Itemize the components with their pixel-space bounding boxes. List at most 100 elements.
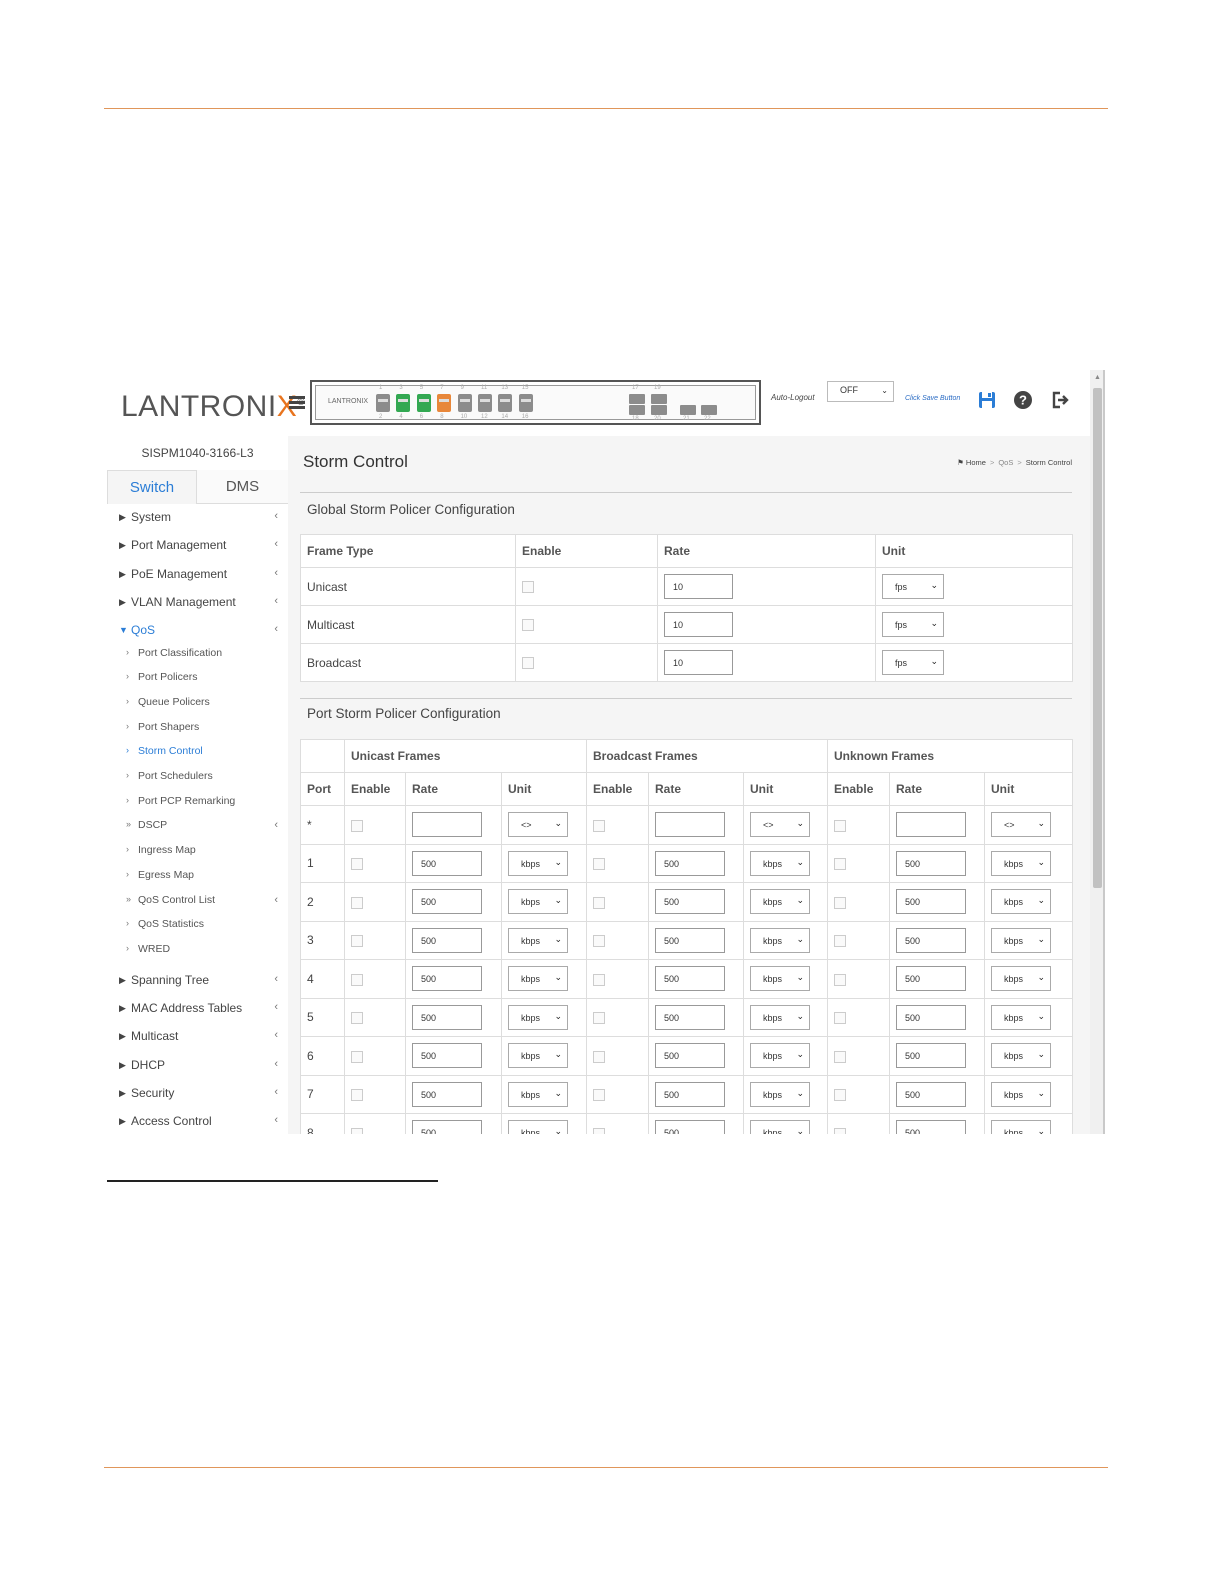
unknown-rate-input[interactable]: 500 — [896, 927, 967, 953]
save-hint-link[interactable]: Click Save Button — [905, 395, 960, 402]
broadcast-unit-select[interactable]: <> ⌄ — [750, 812, 810, 838]
tab-switch[interactable]: Switch — [107, 470, 197, 504]
global-enable-checkbox[interactable] — [522, 657, 534, 670]
unknown-enable-checkbox[interactable] — [834, 896, 847, 909]
scroll-up-icon[interactable]: ▲ — [1094, 374, 1101, 381]
port-5-icon[interactable] — [457, 394, 472, 412]
broadcast-unit-select[interactable]: kbps ⌄ — [750, 1081, 810, 1107]
global-enable-checkbox[interactable] — [522, 619, 534, 632]
broadcast-unit-select[interactable]: kbps ⌄ — [750, 1004, 810, 1030]
broadcast-enable-checkbox[interactable] — [593, 973, 605, 986]
unicast-enable-checkbox[interactable] — [351, 1127, 363, 1134]
sfp-port-icon[interactable] — [680, 405, 696, 415]
unicast-unit-select[interactable]: kbps ⌄ — [508, 1004, 568, 1030]
unicast-rate-input[interactable]: 500 — [412, 889, 482, 915]
sidebar-item-qos[interactable]: ▼ QoS ‹ — [107, 623, 288, 643]
broadcast-unit-select[interactable]: kbps ⌄ — [750, 1043, 810, 1069]
sidebar-subitem-queue-policers[interactable]: › Queue Policers — [107, 696, 288, 714]
broadcast-rate-input[interactable]: 500 — [655, 1004, 725, 1030]
broadcast-rate-input[interactable]: 500 — [655, 927, 725, 953]
broadcast-unit-select[interactable]: kbps ⌄ — [750, 889, 810, 915]
unknown-unit-select[interactable]: kbps ⌄ — [991, 850, 1052, 876]
broadcast-enable-checkbox[interactable] — [593, 896, 605, 909]
broadcast-rate-input[interactable]: 500 — [655, 966, 725, 992]
unknown-rate-input[interactable]: 500 — [896, 1004, 967, 1030]
unknown-unit-select[interactable]: kbps ⌄ — [991, 889, 1052, 915]
unknown-unit-select[interactable]: kbps ⌄ — [991, 966, 1052, 992]
unicast-unit-select[interactable]: kbps ⌄ — [508, 1043, 568, 1069]
broadcast-enable-checkbox[interactable] — [593, 1050, 605, 1063]
broadcast-rate-input[interactable]: 500 — [655, 1043, 725, 1069]
sidebar-item-mac-address-tables[interactable]: ▶ MAC Address Tables ‹ — [107, 1001, 288, 1021]
broadcast-rate-input[interactable]: 500 — [655, 1081, 725, 1107]
unknown-rate-input[interactable]: 500 — [896, 1043, 967, 1069]
global-unit-select[interactable]: fps ⌄ — [882, 612, 944, 637]
auto-logout-select[interactable]: OFF ⌄ — [827, 381, 894, 402]
unicast-rate-input[interactable] — [412, 812, 482, 838]
sidebar-subitem-dscp[interactable]: » DSCP ‹ — [107, 819, 288, 837]
broadcast-unit-select[interactable]: kbps ⌄ — [750, 850, 810, 876]
sidebar-subitem-ingress-map[interactable]: › Ingress Map — [107, 844, 288, 862]
switch-front-panel[interactable]: LANTRONIX 1 2 3 4 5 6 7 8 9 10 11 12 13 14 15 16 17 19 18 2… — [310, 380, 761, 425]
broadcast-enable-checkbox[interactable] — [593, 1012, 605, 1025]
broadcast-rate-input[interactable] — [655, 812, 725, 838]
broadcast-enable-checkbox[interactable] — [593, 1127, 605, 1134]
unicast-rate-input[interactable]: 500 — [412, 1120, 482, 1134]
unknown-unit-select[interactable]: kbps ⌄ — [991, 1004, 1052, 1030]
broadcast-enable-checkbox[interactable] — [593, 935, 605, 948]
unicast-unit-select[interactable]: kbps ⌄ — [508, 966, 568, 992]
global-enable-checkbox[interactable] — [522, 581, 534, 594]
unicast-enable-checkbox[interactable] — [351, 1050, 363, 1063]
unicast-unit-select[interactable]: kbps ⌄ — [508, 850, 568, 876]
unknown-unit-select[interactable]: kbps ⌄ — [991, 1081, 1052, 1107]
broadcast-unit-select[interactable]: kbps ⌄ — [750, 927, 810, 953]
unknown-unit-select[interactable]: kbps ⌄ — [991, 1120, 1052, 1134]
unknown-enable-checkbox[interactable] — [834, 1089, 847, 1102]
unicast-rate-input[interactable]: 500 — [412, 927, 482, 953]
broadcast-rate-input[interactable]: 500 — [655, 889, 725, 915]
port-8-icon[interactable] — [518, 394, 533, 412]
unicast-rate-input[interactable]: 500 — [412, 1004, 482, 1030]
sfp-port-icon[interactable] — [629, 405, 645, 415]
sidebar-subitem-port-pcp-remarking[interactable]: › Port PCP Remarking — [107, 795, 288, 813]
unicast-unit-select[interactable]: kbps ⌄ — [508, 1081, 568, 1107]
unknown-enable-checkbox[interactable] — [834, 819, 847, 832]
unknown-rate-input[interactable]: 500 — [896, 889, 967, 915]
sidebar-subitem-port-policers[interactable]: › Port Policers — [107, 671, 288, 689]
sidebar-subitem-storm-control[interactable]: › Storm Control — [107, 745, 288, 763]
sidebar-subitem-wred[interactable]: › WRED — [107, 943, 288, 961]
unicast-rate-input[interactable]: 500 — [412, 1043, 482, 1069]
port-1-icon[interactable] — [376, 394, 390, 412]
global-rate-input[interactable]: 10 — [664, 574, 733, 599]
broadcast-unit-select[interactable]: kbps ⌄ — [750, 1120, 810, 1134]
sidebar-item-security[interactable]: ▶ Security ‹ — [107, 1086, 288, 1106]
unknown-rate-input[interactable]: 500 — [896, 1120, 967, 1134]
unknown-rate-input[interactable]: 500 — [896, 966, 967, 992]
sidebar-subitem-qos-statistics[interactable]: › QoS Statistics — [107, 918, 288, 936]
sidebar-item-port-management[interactable]: ▶ Port Management ‹ — [107, 538, 288, 558]
sidebar-item-system[interactable]: ▶ System ‹ — [107, 510, 288, 530]
sidebar-item-poe-management[interactable]: ▶ PoE Management ‹ — [107, 567, 288, 587]
unicast-rate-input[interactable]: 500 — [412, 966, 482, 992]
broadcast-rate-input[interactable]: 500 — [655, 850, 725, 876]
port-4-icon[interactable] — [437, 394, 452, 412]
unicast-enable-checkbox[interactable] — [351, 973, 363, 986]
unicast-rate-input[interactable]: 500 — [412, 1081, 482, 1107]
unicast-unit-select[interactable]: kbps ⌄ — [508, 927, 568, 953]
sidebar-item-multicast[interactable]: ▶ Multicast ‹ — [107, 1029, 288, 1049]
sidebar-item-access-control[interactable]: ▶ Access Control ‹ — [107, 1114, 288, 1134]
broadcast-unit-select[interactable]: kbps ⌄ — [750, 966, 810, 992]
logout-icon[interactable] — [1050, 390, 1070, 410]
sfp-port-icon[interactable] — [651, 405, 667, 415]
global-unit-select[interactable]: fps ⌄ — [882, 574, 944, 599]
global-rate-input[interactable]: 10 — [664, 612, 733, 637]
sfp-port-icon[interactable] — [701, 405, 717, 415]
global-rate-input[interactable]: 10 — [664, 650, 733, 675]
unknown-enable-checkbox[interactable] — [834, 858, 847, 871]
save-icon[interactable] — [977, 390, 997, 410]
unknown-unit-select[interactable]: kbps ⌄ — [991, 1043, 1052, 1069]
tab-dms[interactable]: DMS — [197, 470, 288, 504]
unicast-enable-checkbox[interactable] — [351, 819, 363, 832]
broadcast-rate-input[interactable]: 500 — [655, 1120, 725, 1134]
unicast-enable-checkbox[interactable] — [351, 1012, 363, 1025]
